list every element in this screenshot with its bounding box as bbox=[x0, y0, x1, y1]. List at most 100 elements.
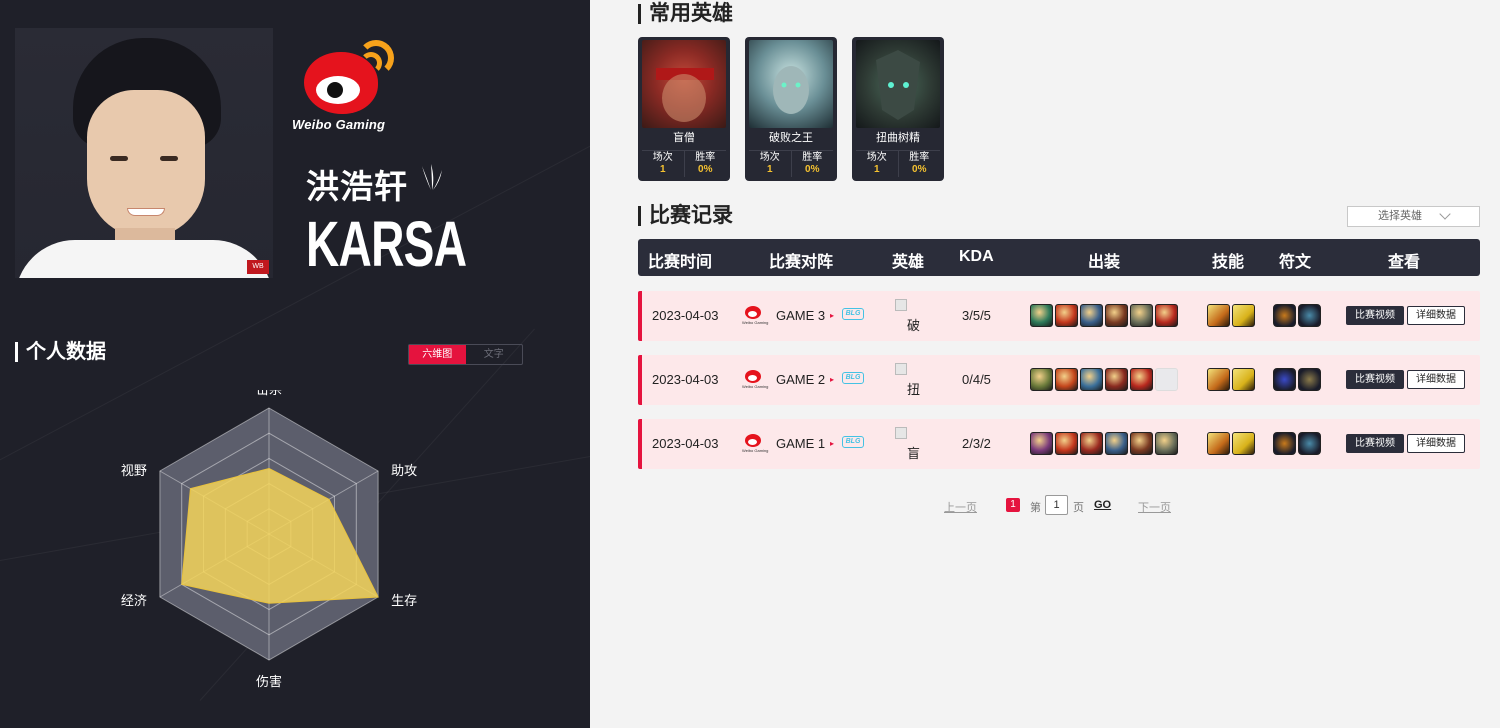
item-icon[interactable] bbox=[1080, 432, 1103, 455]
item-icon[interactable] bbox=[1130, 368, 1153, 391]
rune-icon[interactable] bbox=[1273, 304, 1296, 327]
summoner-spell-icon[interactable] bbox=[1207, 304, 1230, 327]
radar-axis-label: 击杀 bbox=[256, 390, 282, 397]
item-icon[interactable] bbox=[1080, 304, 1103, 327]
item-icon[interactable] bbox=[1055, 432, 1078, 455]
match-detail-button[interactable]: 详细数据 bbox=[1407, 434, 1465, 453]
radar-axis-label: 助攻 bbox=[391, 463, 417, 478]
team-logo-small: Weibo Gaming bbox=[742, 305, 768, 327]
item-icon[interactable] bbox=[1105, 304, 1128, 327]
player-photo: WB bbox=[15, 28, 273, 278]
toggle-radar[interactable]: 六维图 bbox=[409, 345, 466, 364]
summoner-spell-icon[interactable] bbox=[1232, 432, 1255, 455]
current-page-indicator[interactable]: 1 bbox=[1006, 498, 1020, 512]
game-number: GAME 3 bbox=[776, 308, 826, 323]
summoner-spell-icon[interactable] bbox=[1232, 368, 1255, 391]
col-header-kda: KDA bbox=[959, 248, 994, 265]
player-profile-panel: WB Weibo Gaming 洪浩轩 KARSA 个人数据 六维图 文字 击杀… bbox=[0, 0, 590, 728]
hero-image-broken: 破 bbox=[895, 299, 927, 333]
chevron-down-icon bbox=[1439, 208, 1451, 220]
opponent-team-logo: BLG bbox=[842, 436, 864, 448]
items-list bbox=[1030, 304, 1178, 327]
item-icon[interactable] bbox=[1155, 432, 1178, 455]
item-icon[interactable] bbox=[1105, 368, 1128, 391]
page-number-input[interactable]: 1 bbox=[1045, 495, 1068, 515]
chart-mode-toggle[interactable]: 六维图 文字 bbox=[408, 344, 523, 365]
hero-image-broken: 盲 bbox=[895, 427, 927, 461]
runes-list bbox=[1273, 368, 1321, 391]
game-number: GAME 2 bbox=[776, 372, 826, 387]
toggle-text[interactable]: 文字 bbox=[466, 345, 523, 364]
rune-icon[interactable] bbox=[1273, 368, 1296, 391]
match-row: 2023-04-03 Weibo Gaming GAME 1 ▸ BLG 盲 2… bbox=[638, 419, 1480, 469]
summoner-spells bbox=[1207, 432, 1255, 455]
player-game-id: KARSA bbox=[306, 208, 467, 280]
rune-icon[interactable] bbox=[1298, 304, 1321, 327]
item-icon[interactable] bbox=[1130, 304, 1153, 327]
summoner-spell-icon[interactable] bbox=[1207, 368, 1230, 391]
personal-stats-title: 个人数据 bbox=[15, 342, 106, 362]
hero-card[interactable]: 扭曲树精 场次 1 胜率 0% bbox=[852, 37, 944, 181]
match-video-button[interactable]: 比赛视频 bbox=[1346, 306, 1404, 325]
common-heroes-title: 常用英雄 bbox=[638, 3, 733, 24]
hero-portrait bbox=[642, 40, 726, 128]
empty-item-slot bbox=[1155, 368, 1178, 391]
page-suffix: 页 bbox=[1073, 502, 1084, 514]
player-real-name: 洪浩轩 bbox=[306, 168, 408, 205]
hero-image-broken: 扭 bbox=[895, 363, 927, 397]
item-icon[interactable] bbox=[1030, 432, 1053, 455]
item-icon[interactable] bbox=[1155, 304, 1178, 327]
item-icon[interactable] bbox=[1055, 368, 1078, 391]
match-row: 2023-04-03 Weibo Gaming GAME 2 ▸ BLG 扭 0… bbox=[638, 355, 1480, 405]
broken-image-icon bbox=[895, 299, 907, 311]
item-icon[interactable] bbox=[1055, 304, 1078, 327]
hero-filter-select[interactable]: 选择英雄 bbox=[1347, 206, 1480, 227]
summoner-spell-icon[interactable] bbox=[1207, 432, 1230, 455]
match-video-button[interactable]: 比赛视频 bbox=[1346, 434, 1404, 453]
vs-arrow-icon: ▸ bbox=[830, 375, 835, 384]
match-date: 2023-04-03 bbox=[652, 372, 719, 387]
hero-card[interactable]: 盲僧 场次 1 胜率 0% bbox=[638, 37, 730, 181]
hero-filter-label: 选择英雄 bbox=[1378, 210, 1422, 222]
vs-arrow-icon: ▸ bbox=[830, 311, 835, 320]
hero-portrait bbox=[856, 40, 940, 128]
match-row: 2023-04-03 Weibo Gaming GAME 3 ▸ BLG 破 3… bbox=[638, 291, 1480, 341]
radar-axis-label: 视野 bbox=[121, 463, 147, 478]
hero-name: 盲僧 bbox=[673, 132, 695, 144]
rune-icon[interactable] bbox=[1273, 432, 1296, 455]
item-icon[interactable] bbox=[1080, 368, 1103, 391]
hero-stats: 场次 1 胜率 0% bbox=[642, 150, 726, 177]
radar-chart: 击杀助攻生存伤害 经济 视野 bbox=[121, 390, 417, 689]
next-page-link[interactable]: 下一页 bbox=[1138, 499, 1171, 515]
col-header-match: 比赛对阵 bbox=[769, 254, 834, 271]
item-icon[interactable] bbox=[1030, 304, 1053, 327]
col-header-runes: 符文 bbox=[1279, 254, 1312, 271]
go-button[interactable]: GO bbox=[1094, 499, 1111, 511]
hero-name: 破败之王 bbox=[769, 132, 813, 144]
vs-arrow-icon: ▸ bbox=[830, 439, 835, 448]
col-header-time: 比赛时间 bbox=[648, 254, 713, 271]
item-icon[interactable] bbox=[1105, 432, 1128, 455]
opponent-team-logo: BLG bbox=[842, 308, 864, 320]
hero-name: 扭曲树精 bbox=[876, 132, 920, 144]
game-number: GAME 1 bbox=[776, 436, 826, 451]
kda-value: 2/3/2 bbox=[962, 436, 991, 451]
match-video-button[interactable]: 比赛视频 bbox=[1346, 370, 1404, 389]
radar-axis-label: 经济 bbox=[121, 593, 147, 608]
rune-icon[interactable] bbox=[1298, 368, 1321, 391]
item-icon[interactable] bbox=[1130, 432, 1153, 455]
match-detail-button[interactable]: 详细数据 bbox=[1407, 370, 1465, 389]
summoner-spell-icon[interactable] bbox=[1232, 304, 1255, 327]
items-list bbox=[1030, 432, 1178, 455]
match-detail-button[interactable]: 详细数据 bbox=[1407, 306, 1465, 325]
prev-page-link[interactable]: 上一页 bbox=[944, 499, 977, 515]
radar-axis-label: 伤害 bbox=[256, 674, 282, 689]
opponent-team-logo: BLG bbox=[842, 372, 864, 384]
jersey-badge: WB bbox=[247, 260, 269, 274]
runes-list bbox=[1273, 432, 1321, 455]
rune-icon[interactable] bbox=[1298, 432, 1321, 455]
kda-value: 0/4/5 bbox=[962, 372, 991, 387]
hero-card[interactable]: 破败之王 场次 1 胜率 0% bbox=[745, 37, 837, 181]
col-header-items: 出装 bbox=[1088, 254, 1121, 271]
item-icon[interactable] bbox=[1030, 368, 1053, 391]
